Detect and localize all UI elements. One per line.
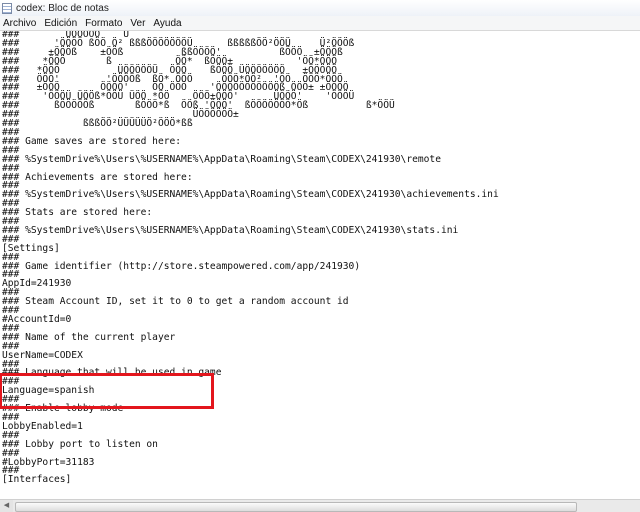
document-text[interactable]: ### ÜÖÖÖÖÖ Ü ### 'ÖÖÖÖ ßÖÖ Ö² ßßßÖÖÖÖÖÖÖ… (0, 31, 640, 485)
notepad-icon[interactable] (2, 2, 12, 14)
window-title: codex: Bloc de notas (16, 2, 109, 14)
menu-ver[interactable]: Ver (126, 18, 149, 29)
scrollbar-thumb[interactable] (15, 502, 577, 512)
menu-archivo[interactable]: Archivo (0, 18, 40, 29)
menu-bar: Archivo Edición Formato Ver Ayuda (0, 16, 640, 31)
language-setting-highlight (0, 373, 214, 409)
title-bar[interactable]: codex: Bloc de notas (0, 0, 640, 17)
menu-formato[interactable]: Formato (81, 18, 126, 29)
scroll-left-arrow-icon[interactable]: ◀ (0, 500, 13, 512)
text-editor-area[interactable]: ### ÜÖÖÖÖÖ Ü ### 'ÖÖÖÖ ßÖÖ Ö² ßßßÖÖÖÖÖÖÖ… (0, 31, 640, 499)
notepad-window: codex: Bloc de notas Archivo Edición For… (0, 0, 640, 512)
menu-ayuda[interactable]: Ayuda (149, 18, 185, 29)
menu-edicion[interactable]: Edición (40, 18, 81, 29)
horizontal-scrollbar[interactable]: ◀ (0, 499, 640, 512)
